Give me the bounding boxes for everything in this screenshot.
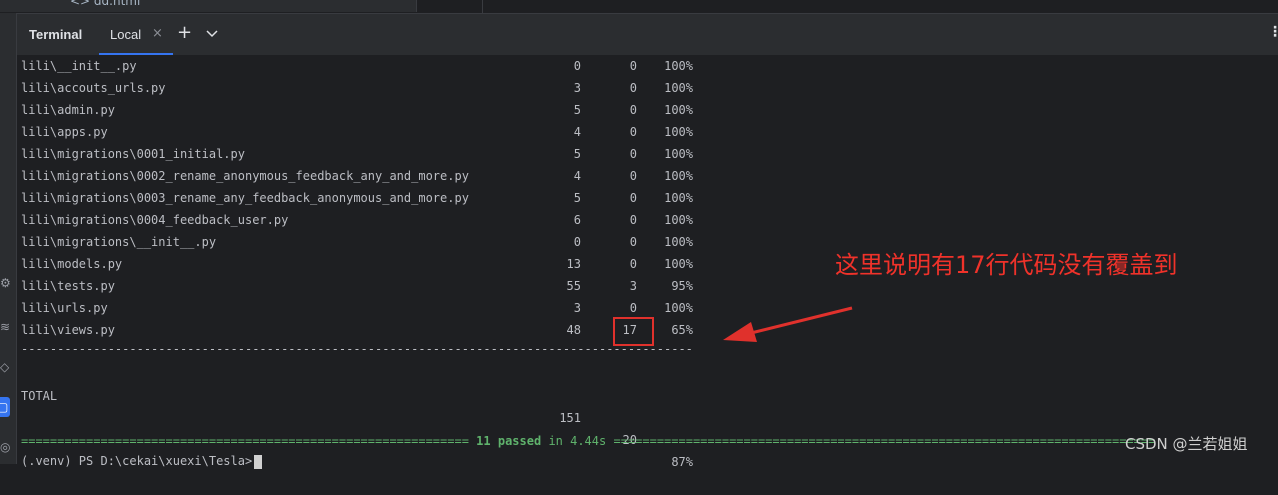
cover-value: 100%: [664, 213, 693, 227]
python-packages-icon[interactable]: ⚙: [0, 273, 16, 293]
prompt-text: (.venv) PS D:\cekai\xuexi\Tesla>: [21, 454, 253, 468]
cover-value: 100%: [664, 257, 693, 271]
problems-icon[interactable]: ◎: [0, 437, 16, 457]
annotation-arrow-icon: [723, 306, 853, 342]
tab-local[interactable]: Local ×: [99, 14, 173, 55]
coverage-total-row: TOTAL 151 20 87%: [21, 363, 693, 469]
text-cursor: [254, 454, 263, 469]
services-icon[interactable]: ◇: [0, 357, 16, 377]
test-duration: in 4.44s: [548, 434, 607, 448]
editor-divider: [482, 0, 483, 13]
terminal-panel-title: Terminal: [29, 27, 83, 42]
annotation-text: 这里说明有17行代码没有覆盖到: [835, 251, 1178, 279]
total-stmts: 151: [559, 411, 581, 425]
left-tool-strip: ⚙ ≋ ◇ ▢ ◎: [0, 13, 17, 464]
shell-prompt[interactable]: (.venv) PS D:\cekai\xuexi\Tesla>: [21, 453, 263, 469]
cover-value: 100%: [664, 235, 693, 249]
tab-local-label: Local: [110, 27, 142, 42]
watermark: CSDN @兰若姐姐: [1125, 435, 1248, 453]
total-label: TOTAL: [21, 389, 58, 403]
summary-right-rule: ========================================…: [613, 434, 1156, 448]
close-icon[interactable]: ×: [152, 26, 163, 41]
summary-left-rule: ========================================…: [21, 434, 469, 448]
editor-file-tab-label: <> dd.html: [70, 0, 141, 8]
chevron-down-icon[interactable]: [205, 26, 219, 40]
test-summary-line: ========================================…: [21, 431, 1274, 451]
cover-value: 100%: [664, 147, 693, 161]
cover-value: 100%: [664, 81, 693, 95]
add-tab-icon[interactable]: +: [177, 22, 192, 43]
cover-value: 95%: [671, 279, 693, 293]
passed-count: 11 passed: [476, 434, 542, 448]
coverage-separator: ----------------------------------------…: [21, 342, 693, 356]
cover-value: 100%: [664, 125, 693, 139]
editor-file-tab[interactable]: <> dd.html: [0, 0, 417, 12]
missed-lines-highlight: [613, 317, 654, 346]
layers-icon[interactable]: ≋: [0, 317, 16, 337]
cover-value: 100%: [664, 301, 693, 315]
cover-value: 100%: [664, 169, 693, 183]
editor-tab-strip: <> dd.html: [0, 0, 1278, 13]
more-options-icon[interactable]: ⋮: [1268, 24, 1278, 40]
cover-value: 65%: [671, 323, 693, 337]
cover-value: 100%: [664, 103, 693, 117]
cover-value: 100%: [664, 191, 693, 205]
terminal-icon[interactable]: ▢: [0, 397, 10, 417]
terminal-output[interactable]: lili\__init__.py 0 0 100% lili\accouts_urls.…: [17, 55, 1278, 469]
terminal-tab-bar: Terminal Local × + ⋮: [17, 13, 1278, 55]
cover-value: 100%: [664, 59, 693, 73]
